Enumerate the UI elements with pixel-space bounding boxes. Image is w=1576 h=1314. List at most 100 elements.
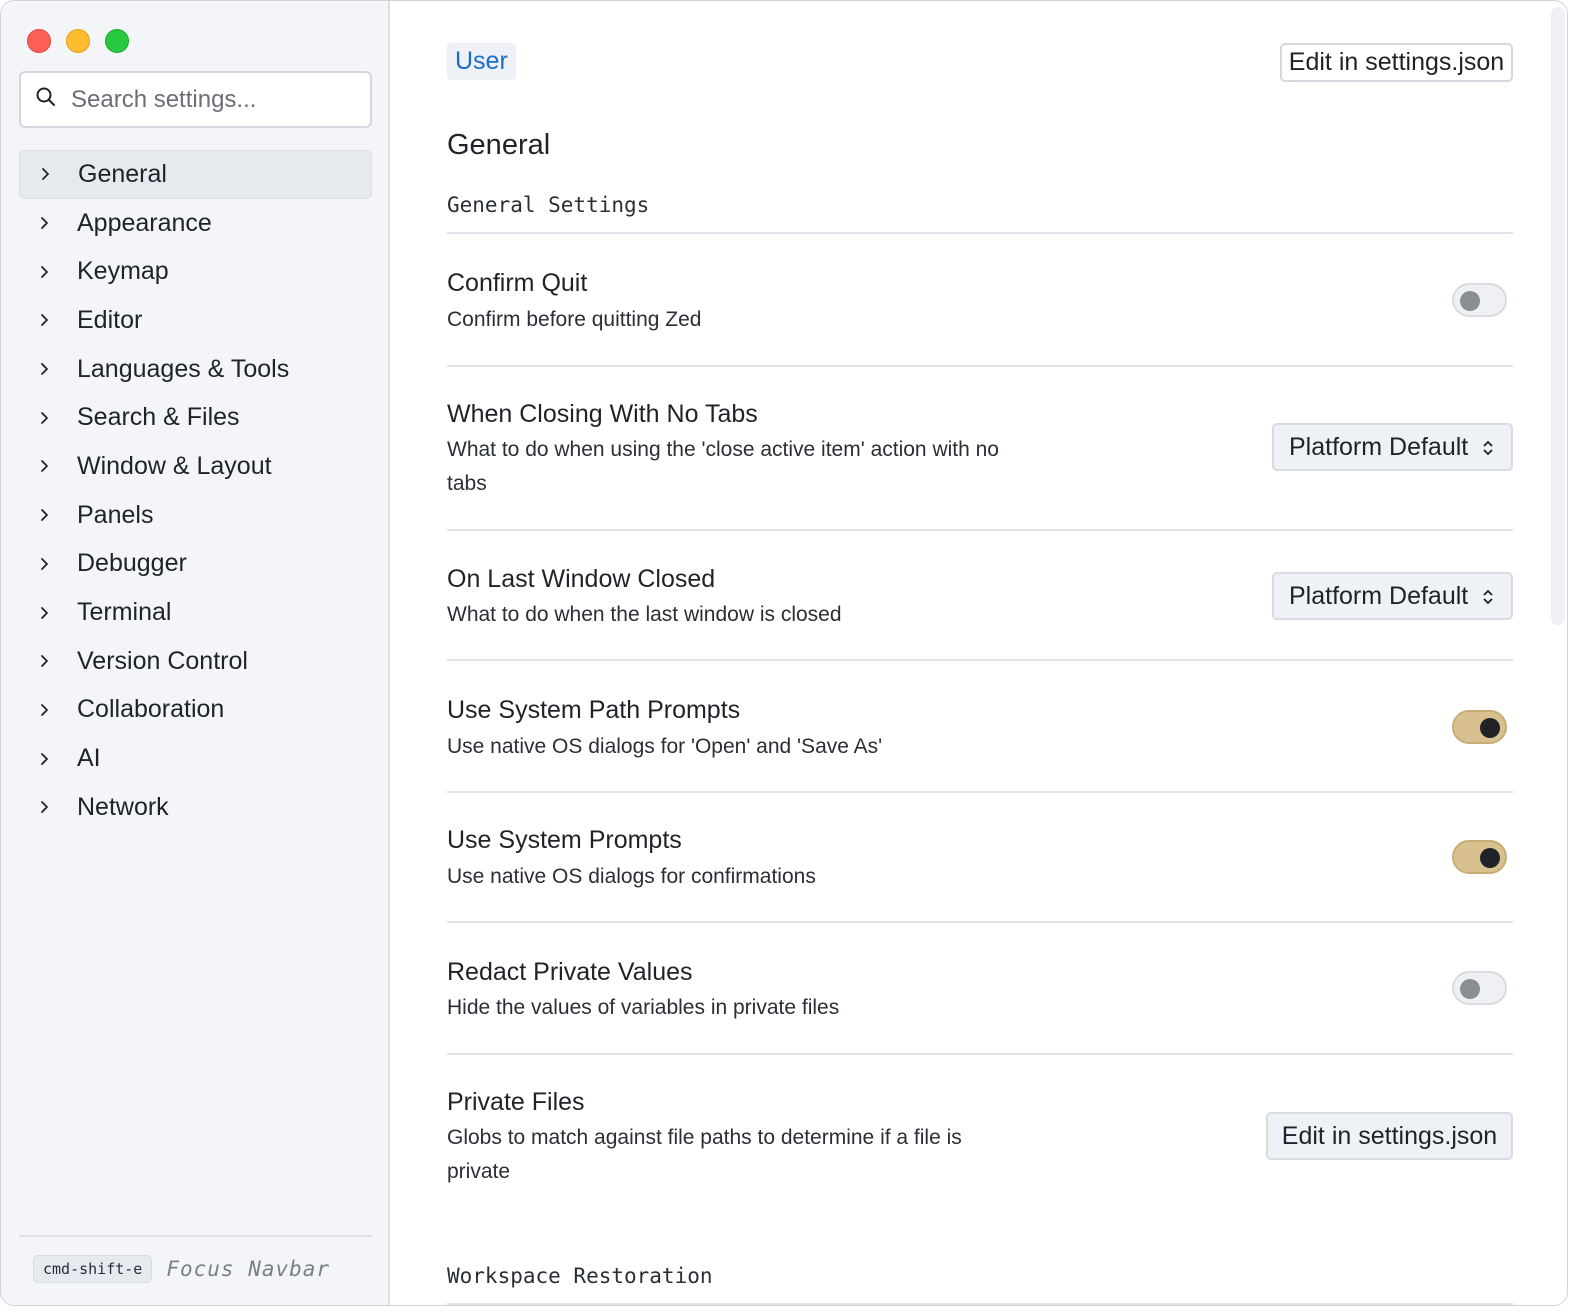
- select-value: Platform Default: [1289, 432, 1469, 461]
- setting-description: What to do when using the 'close active …: [447, 438, 999, 495]
- scrollbar[interactable]: [1545, 1, 1567, 1305]
- divider: [447, 921, 1513, 923]
- divider: [447, 659, 1513, 661]
- chevron-right-icon: [37, 264, 53, 280]
- toggle-knob: [1480, 848, 1500, 868]
- sidebar-item-debugger[interactable]: Debugger: [19, 540, 372, 589]
- sidebar-item-appearance[interactable]: Appearance: [19, 199, 372, 248]
- sidebar-item-keymap[interactable]: Keymap: [19, 247, 372, 296]
- divider: [447, 791, 1513, 793]
- sidebar-item-ai[interactable]: AI: [19, 734, 372, 783]
- sidebar-item-label: Panels: [77, 500, 154, 529]
- chevron-right-icon: [37, 702, 53, 718]
- setting-description: Use native OS dialogs for confirmations: [447, 865, 816, 888]
- sidebar-item-terminal[interactable]: Terminal: [19, 588, 372, 637]
- chevron-right-icon: [37, 312, 53, 328]
- sidebar-item-collaboration[interactable]: Collaboration: [19, 686, 372, 735]
- chevron-right-icon: [37, 215, 53, 231]
- tab-user[interactable]: User: [447, 43, 516, 80]
- redact-private-values-toggle[interactable]: [1452, 971, 1507, 1005]
- sidebar-item-version-control[interactable]: Version Control: [19, 637, 372, 686]
- toggle-knob: [1480, 718, 1500, 738]
- sidebar-item-languages-tools[interactable]: Languages & Tools: [19, 345, 372, 394]
- sidebar-item-label: AI: [77, 744, 101, 773]
- search-icon: [35, 86, 57, 113]
- sidebar-item-label: Terminal: [77, 598, 172, 627]
- sidebar-item-label: Network: [77, 792, 169, 821]
- chevron-right-icon: [37, 653, 53, 669]
- sidebar-item-network[interactable]: Network: [19, 783, 372, 832]
- chevron-right-icon: [37, 458, 53, 474]
- sidebar-item-label: Editor: [77, 305, 143, 334]
- close-window-button[interactable]: [27, 29, 51, 53]
- system-prompts-toggle[interactable]: [1452, 840, 1507, 874]
- edit-settings-json-button[interactable]: Edit in settings.json: [1280, 43, 1513, 82]
- setting-description: Confirm before quitting Zed: [447, 308, 702, 331]
- sidebar-item-window-layout[interactable]: Window & Layout: [19, 442, 372, 491]
- setting-title: Confirm Quit: [447, 269, 588, 297]
- chevron-right-icon: [38, 166, 54, 182]
- search-input[interactable]: [71, 85, 351, 114]
- sidebar-item-label: Languages & Tools: [77, 354, 290, 383]
- divider: [447, 365, 1513, 367]
- setting-description: Hide the values of variables in private …: [447, 996, 840, 1019]
- chevron-up-down-icon: [1483, 440, 1493, 456]
- settings-window: General Appearance Keymap Editor Languages &…: [0, 0, 1568, 1306]
- sidebar-item-label: Window & Layout: [77, 451, 272, 480]
- divider: [447, 529, 1513, 531]
- toggle-knob: [1460, 979, 1480, 999]
- chevron-right-icon: [37, 556, 53, 572]
- sidebar-item-label: Keymap: [77, 257, 169, 286]
- sidebar-item-panels[interactable]: Panels: [19, 491, 372, 540]
- sidebar-item-label: Search & Files: [77, 403, 240, 432]
- chevron-right-icon: [37, 361, 53, 377]
- chevron-right-icon: [37, 410, 53, 426]
- sidebar-item-general[interactable]: General: [19, 150, 372, 199]
- last-window-closed-select[interactable]: Platform Default: [1272, 572, 1513, 620]
- sidebar-footer: cmd-shift-e Focus Navbar: [19, 1235, 372, 1283]
- sidebar-item-label: Appearance: [77, 208, 212, 237]
- divider: [447, 1053, 1513, 1055]
- settings-main: User Edit in settings.json General Gener…: [392, 1, 1567, 1305]
- setting-title: Use System Path Prompts: [447, 696, 741, 724]
- chevron-right-icon: [37, 507, 53, 523]
- select-value: Platform Default: [1289, 581, 1469, 610]
- setting-title: On Last Window Closed: [447, 565, 716, 593]
- sidebar: General Appearance Keymap Editor Languages &…: [1, 1, 390, 1305]
- sidebar-item-label: Collaboration: [77, 695, 225, 724]
- setting-title: Private Files: [447, 1088, 585, 1116]
- confirm-quit-toggle[interactable]: [1452, 283, 1507, 317]
- toggle-knob: [1460, 291, 1480, 311]
- setting-description: Use native OS dialogs for 'Open' and 'Sa…: [447, 735, 883, 758]
- setting-title: Redact Private Values: [447, 958, 693, 986]
- settings-nav: General Appearance Keymap Editor Languages &…: [19, 150, 372, 832]
- group-title-workspace-restoration: Workspace Restoration: [447, 1264, 713, 1288]
- group-title-general: General Settings: [447, 193, 650, 217]
- closing-no-tabs-select[interactable]: Platform Default: [1272, 423, 1513, 471]
- maximize-window-button[interactable]: [105, 29, 129, 53]
- chevron-up-down-icon: [1483, 589, 1493, 605]
- private-files-edit-button[interactable]: Edit in settings.json: [1266, 1112, 1513, 1160]
- chevron-right-icon: [37, 605, 53, 621]
- shortcut-key: cmd-shift-e: [33, 1255, 153, 1283]
- setting-description: Globs to match against file paths to det…: [447, 1126, 962, 1183]
- chevron-right-icon: [37, 751, 53, 767]
- window-controls: [27, 29, 129, 53]
- sidebar-item-search-files[interactable]: Search & Files: [19, 393, 372, 442]
- sidebar-item-label: Debugger: [77, 549, 187, 578]
- sidebar-item-editor[interactable]: Editor: [19, 296, 372, 345]
- sidebar-item-label: General: [78, 159, 167, 188]
- search-box[interactable]: [19, 71, 372, 128]
- setting-title: Use System Prompts: [447, 826, 682, 854]
- divider: [447, 1303, 1513, 1305]
- setting-description: What to do when the last window is close…: [447, 603, 842, 626]
- sidebar-item-label: Version Control: [77, 646, 248, 675]
- minimize-window-button[interactable]: [66, 29, 90, 53]
- setting-title: When Closing With No Tabs: [447, 400, 758, 428]
- focus-navbar-hint[interactable]: Focus Navbar: [166, 1257, 330, 1281]
- scrollbar-thumb[interactable]: [1551, 7, 1565, 625]
- divider: [447, 232, 1513, 234]
- chevron-right-icon: [37, 799, 53, 815]
- page-title: General: [447, 129, 551, 161]
- system-path-prompts-toggle[interactable]: [1452, 710, 1507, 744]
